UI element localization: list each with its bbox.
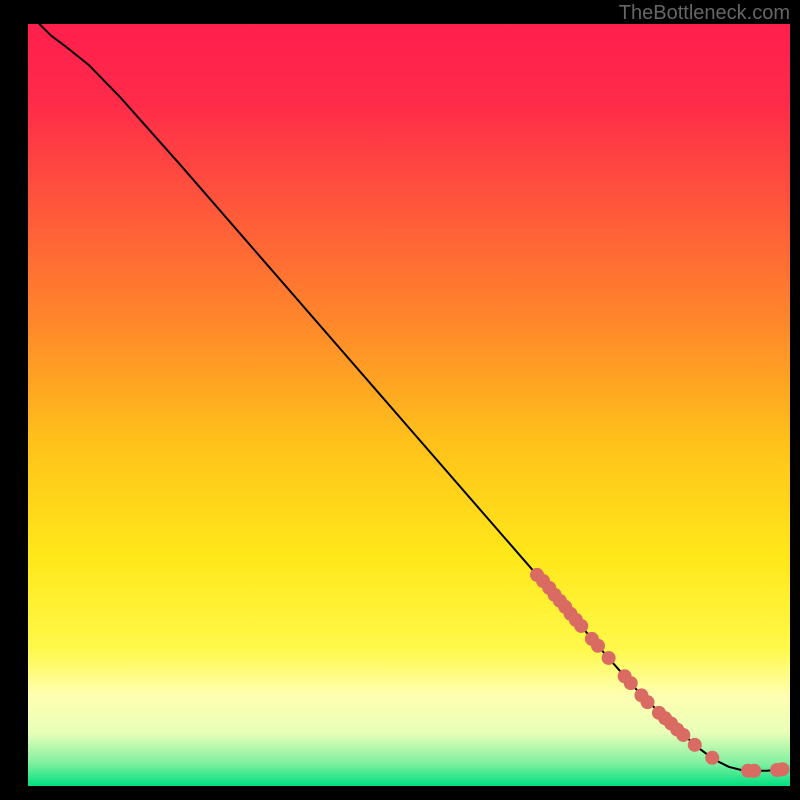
data-marker — [624, 676, 638, 690]
data-marker — [574, 619, 588, 633]
chart-container: TheBottleneck.com — [0, 0, 800, 800]
data-marker — [688, 738, 702, 752]
data-marker — [602, 651, 616, 665]
data-marker — [775, 762, 789, 776]
data-marker — [747, 764, 761, 778]
data-marker — [591, 639, 605, 653]
gradient-background — [28, 24, 790, 786]
plot-area — [28, 24, 790, 786]
data-marker — [676, 728, 690, 742]
data-marker — [641, 695, 655, 709]
chart-svg — [28, 24, 790, 786]
watermark-label: TheBottleneck.com — [619, 2, 790, 25]
data-marker — [705, 751, 719, 765]
